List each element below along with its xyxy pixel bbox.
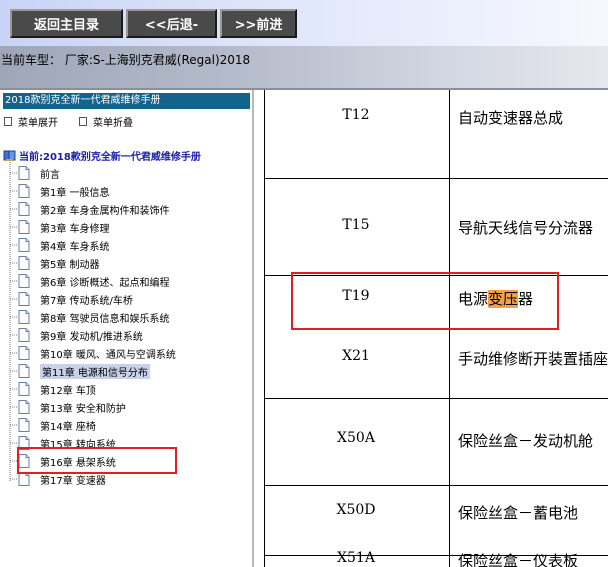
- tree-item-label: 第10章 暖风、通风与空调系统: [40, 349, 176, 361]
- table-cell-code: X51A: [337, 550, 375, 566]
- document-icon: [18, 418, 30, 432]
- tree-item-label: 第12章 车顶: [40, 385, 96, 397]
- document-icon: [18, 364, 30, 378]
- document-icon: [18, 220, 30, 234]
- document-icon: [18, 256, 30, 270]
- table-cell-code: X50A: [337, 430, 375, 446]
- tree-item[interactable]: 第5章 制动器: [18, 254, 100, 272]
- tree-item-label: 第13章 安全和防护: [40, 403, 126, 415]
- tree-item[interactable]: 第8章 驾驶员信息和娱乐系统: [18, 308, 170, 326]
- desc-part: 电源: [458, 290, 489, 308]
- expand-box-icon: [4, 117, 12, 126]
- table-grid: [264, 90, 608, 567]
- document-icon: [18, 472, 30, 486]
- menu-collapse-button[interactable]: 菜单折叠: [79, 114, 133, 129]
- collapse-box-icon: [79, 117, 87, 126]
- table-cell-code: T15: [342, 217, 370, 233]
- document-icon: [18, 238, 30, 252]
- menu-collapse-label: 菜单折叠: [93, 118, 133, 129]
- tree-item[interactable]: 第16章 悬架系统: [18, 452, 116, 470]
- document-icon: [18, 292, 30, 306]
- menu-expand-button[interactable]: 菜单展开: [4, 114, 58, 129]
- tree-item-label: 第5章 制动器: [40, 259, 100, 271]
- tree-item[interactable]: 第17章 变速器: [18, 470, 106, 488]
- tree-item-label: 第6章 诊断概述、起点和编程: [40, 277, 170, 289]
- tree-item[interactable]: 前言: [18, 164, 60, 182]
- tree-item[interactable]: 第10章 暖风、通风与空调系统: [18, 344, 176, 362]
- search-match: 变压: [488, 290, 519, 308]
- document-icon: [18, 166, 30, 180]
- tree-item[interactable]: 第9章 发动机/推进系统: [18, 326, 143, 344]
- manual-title: 2018款别克全新一代君威维修手册: [3, 93, 250, 109]
- tree-item[interactable]: 第6章 诊断概述、起点和编程: [18, 272, 170, 290]
- tree-item-label: 第17章 变速器: [40, 475, 106, 487]
- document-icon: [18, 454, 30, 468]
- tree-panel: 2018款别克全新一代君威维修手册 菜单展开 菜单折叠 当前:2018款别克全新…: [0, 90, 254, 567]
- tree-item[interactable]: 第14章 座椅: [18, 416, 96, 434]
- tree-item-label: 第11章 电源和信号分布: [40, 363, 150, 379]
- document-icon: [18, 310, 30, 324]
- document-icon: [18, 274, 30, 288]
- tree-item-label: 第9章 发动机/推进系统: [40, 331, 143, 343]
- tree-item[interactable]: 第11章 电源和信号分布: [18, 362, 150, 380]
- tree-item-label: 第7章 传动系统/车桥: [40, 295, 133, 307]
- tree-item-label: 第8章 驾驶员信息和娱乐系统: [40, 313, 170, 325]
- menu-expand-label: 菜单展开: [18, 118, 58, 129]
- table-cell-desc: 保险丝盒－仪表板: [458, 552, 579, 567]
- back-button[interactable]: <<后退-: [126, 9, 217, 38]
- table-cell-desc: 保险丝盒－发动机舱: [458, 432, 594, 450]
- top-toolbar: 返回主目录 <<后退- >>前进: [0, 0, 608, 46]
- tree-item-label: 第3章 车身修理: [40, 223, 110, 235]
- document-icon: [18, 202, 30, 216]
- table-cell-desc: 保险丝盒－蓄电池: [458, 504, 579, 522]
- table-cell-desc: 手动维修断开装置插座: [458, 350, 608, 368]
- document-icon: [18, 382, 30, 396]
- tree-item-label: 前言: [40, 169, 60, 181]
- table-cell-desc: 电源变压器: [458, 288, 533, 309]
- tree-item[interactable]: 第3章 车身修理: [18, 218, 110, 236]
- tree-item-label: 第15章 转向系统: [40, 439, 116, 451]
- tree-item[interactable]: 第2章 车身金属构件和装饰件: [18, 200, 170, 218]
- table-cell-code: T19: [342, 288, 370, 304]
- tree-item[interactable]: 第7章 传动系统/车桥: [18, 290, 133, 308]
- tree-item-label: 第2章 车身金属构件和装饰件: [40, 205, 170, 217]
- document-icon: [18, 184, 30, 198]
- table-cell-desc: 自动变速器总成: [458, 109, 564, 127]
- tree-item-label: 第14章 座椅: [40, 421, 96, 433]
- tree-item[interactable]: 第13章 安全和防护: [18, 398, 126, 416]
- document-icon: [18, 400, 30, 414]
- tree-root-label: 当前:2018款别克全新一代君威维修手册: [19, 152, 201, 163]
- document-icon: [18, 328, 30, 342]
- book-icon: [3, 150, 16, 161]
- tree-item[interactable]: 第15章 转向系统: [18, 434, 116, 452]
- desc-part: 器: [518, 290, 534, 308]
- tree-root[interactable]: 当前:2018款别克全新一代君威维修手册: [3, 148, 201, 163]
- table-cell-code: X50D: [336, 502, 376, 518]
- content-table: T12 自动变速器总成 T15 导航天线信号分流器 T19 电源变压器 X21 手动维修断开装…: [256, 90, 608, 567]
- tree-item-label: 第4章 车身系统: [40, 241, 110, 253]
- home-button[interactable]: 返回主目录: [10, 9, 123, 38]
- table-cell-code: T12: [342, 107, 370, 123]
- document-icon: [18, 346, 30, 360]
- document-icon: [18, 436, 30, 450]
- table-cell-desc: 导航天线信号分流器: [458, 219, 594, 237]
- tree-item[interactable]: 第4章 车身系统: [18, 236, 110, 254]
- tree-item-label: 第1章 一般信息: [40, 187, 110, 199]
- tree-item[interactable]: 第1章 一般信息: [18, 182, 110, 200]
- current-model-label: 当前车型： 厂家:S-上海别克君威(Regal)2018: [1, 53, 251, 67]
- current-model-bar: 当前车型： 厂家:S-上海别克君威(Regal)2018: [0, 46, 608, 90]
- table-cell-code: X21: [342, 348, 370, 364]
- tree-item-label: 第16章 悬架系统: [40, 457, 116, 469]
- forward-button[interactable]: >>前进: [220, 9, 297, 38]
- tree-item[interactable]: 第12章 车顶: [18, 380, 96, 398]
